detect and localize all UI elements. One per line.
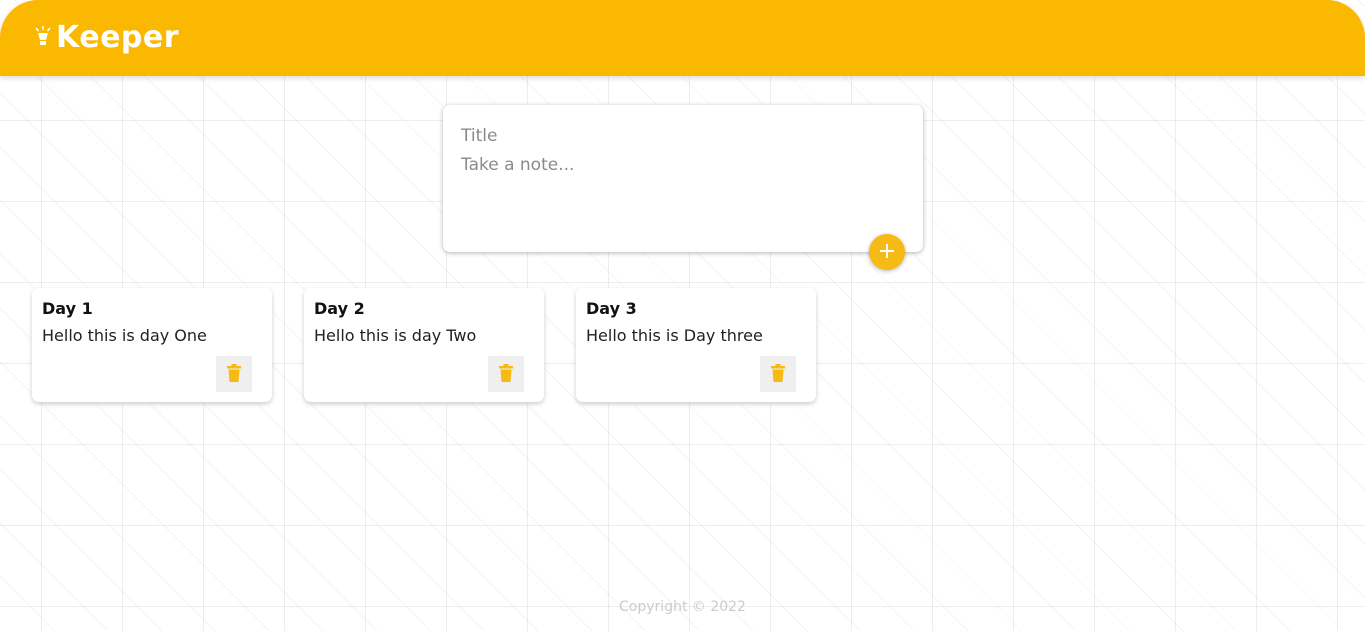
note-card: Day 3 Hello this is Day three xyxy=(576,288,816,402)
note-content-input[interactable] xyxy=(461,153,905,193)
note-card: Day 2 Hello this is day Two xyxy=(304,288,544,402)
delete-note-button[interactable] xyxy=(488,356,524,392)
note-content: Hello this is Day three xyxy=(586,326,763,345)
footer: Copyright © 2022 xyxy=(0,599,1365,615)
add-note-button[interactable] xyxy=(869,234,905,270)
delete-note-button[interactable] xyxy=(216,356,252,392)
app-logo: Keeper xyxy=(34,20,179,56)
delete-note-button[interactable] xyxy=(760,356,796,392)
trash-icon xyxy=(227,363,241,385)
note-card: Day 1 Hello this is day One xyxy=(32,288,272,402)
note-title: Day 3 xyxy=(586,299,637,318)
app-header: Keeper xyxy=(0,0,1365,76)
trash-icon xyxy=(499,363,513,385)
app-title: Keeper xyxy=(56,20,180,55)
lightbulb-icon xyxy=(34,25,52,51)
note-content: Hello this is day One xyxy=(42,326,207,345)
note-title: Day 1 xyxy=(42,299,93,318)
plus-icon xyxy=(878,242,896,263)
note-title: Day 2 xyxy=(314,299,365,318)
note-composer xyxy=(443,105,923,252)
note-title-input[interactable] xyxy=(461,121,905,151)
copyright-text: Copyright © 2022 xyxy=(619,599,746,615)
trash-icon xyxy=(771,363,785,385)
note-content: Hello this is day Two xyxy=(314,326,477,345)
